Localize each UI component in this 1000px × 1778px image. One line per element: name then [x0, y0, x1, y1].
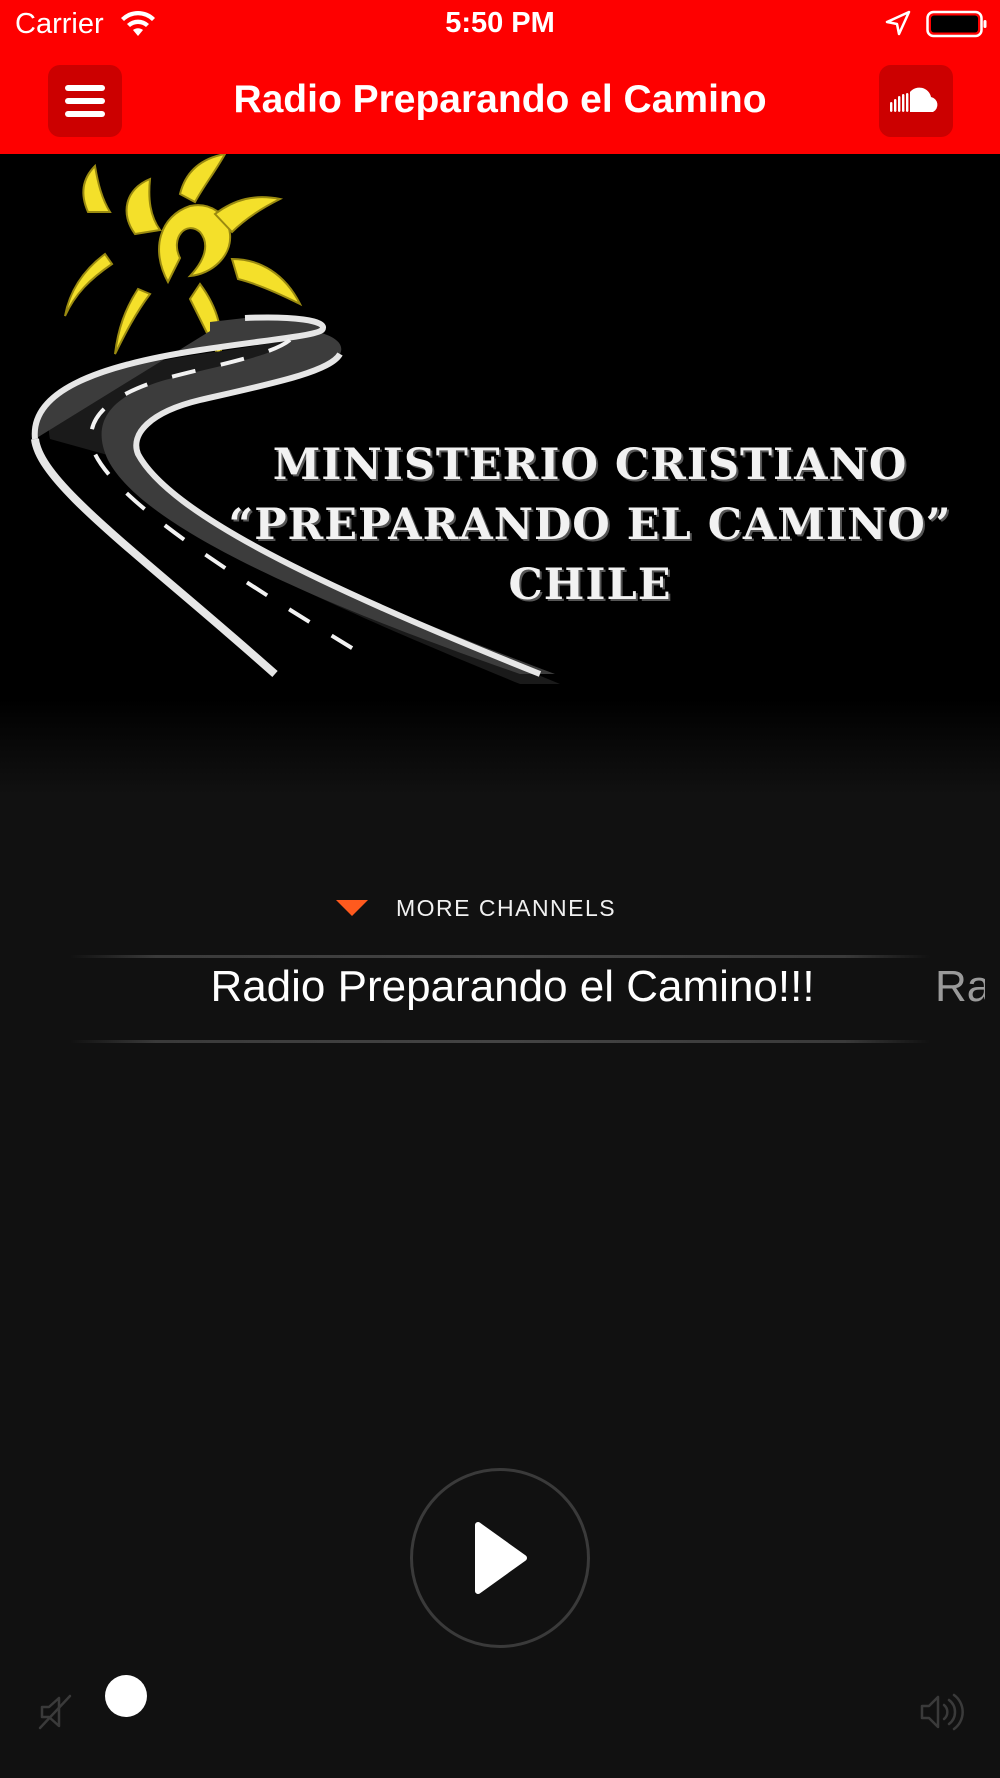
- channel-item-next[interactable]: Ra: [935, 962, 985, 1012]
- menu-button[interactable]: [48, 65, 122, 137]
- soundcloud-button[interactable]: [879, 65, 953, 137]
- status-time: 5:50 PM: [445, 7, 555, 39]
- dropdown-arrow-icon: [336, 900, 368, 916]
- status-bar: Carrier 5:50 PM: [0, 0, 1000, 50]
- mute-icon[interactable]: [36, 1692, 76, 1732]
- artwork-text-line1: MINISTERIO CRISTIANO: [272, 440, 908, 490]
- speaker-icon[interactable]: [918, 1690, 964, 1734]
- channel-strip-divider-top: [70, 955, 930, 958]
- nav-bar: Radio Preparando el Camino: [0, 58, 1000, 148]
- channel-item-current[interactable]: Radio Preparando el Camino!!!: [170, 962, 855, 1012]
- hamburger-menu-icon: [65, 85, 105, 117]
- location-arrow-icon: [885, 10, 911, 36]
- soundcloud-icon: [890, 87, 938, 112]
- play-button[interactable]: [410, 1468, 590, 1648]
- battery-icon: [926, 10, 987, 38]
- volume-slider-thumb[interactable]: [105, 1675, 147, 1717]
- channel-strip-divider-bottom: [70, 1040, 930, 1043]
- more-channels-label: MORE CHANNELS: [396, 894, 617, 921]
- station-artwork: MINISTERIO CRISTIANO “PREPARANDO EL CAMI…: [0, 154, 1000, 794]
- page-title: Radio Preparando el Camino: [233, 78, 767, 121]
- artwork-text-line3: CHILE: [508, 560, 672, 610]
- more-channels-button[interactable]: MORE CHANNELS: [336, 888, 616, 928]
- play-icon: [475, 1522, 527, 1594]
- top-bar: Carrier 5:50 PM Radio Preparando el Cami…: [0, 0, 1000, 154]
- artwork-text-line2: “PREPARANDO EL CAMINO”: [228, 500, 952, 550]
